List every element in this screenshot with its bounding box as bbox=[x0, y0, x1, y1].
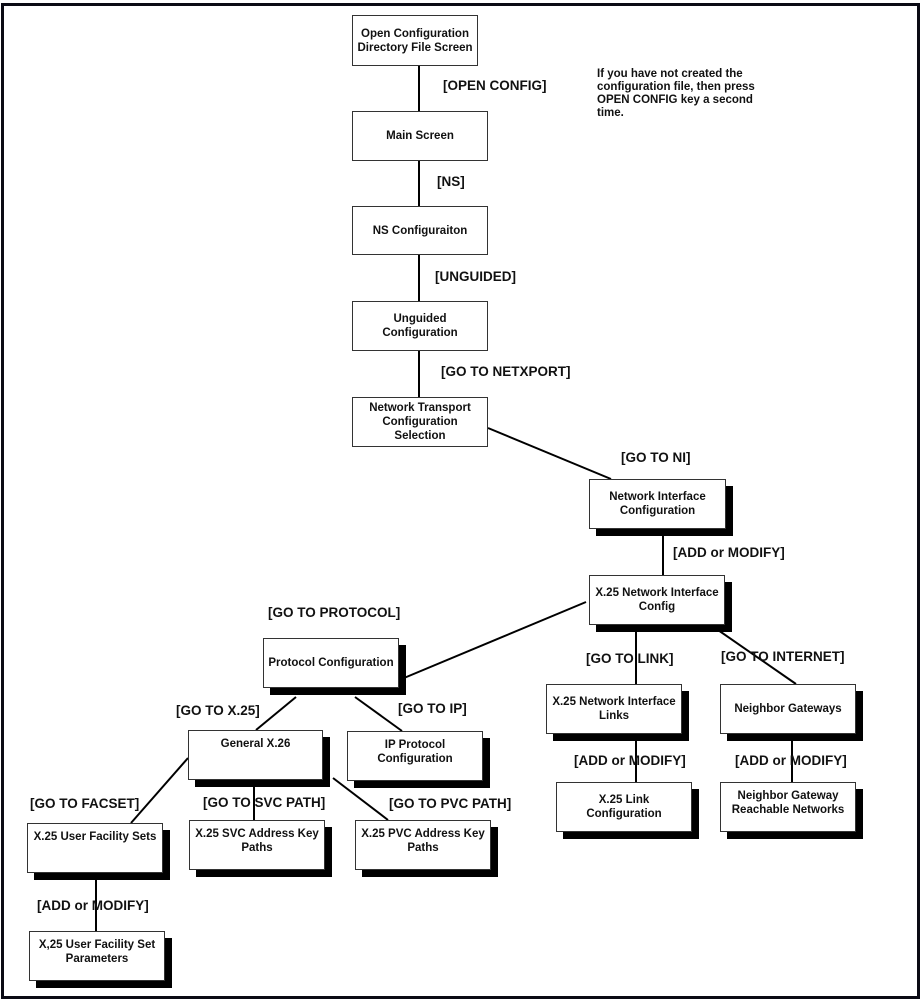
node-network-transport-selection[interactable]: Network Transport Configuration Selectio… bbox=[352, 397, 488, 447]
label-add-modify-ni: [ADD or MODIFY] bbox=[673, 545, 785, 560]
node-protocol-configuration[interactable]: Protocol Configuration bbox=[263, 638, 399, 688]
node-network-interface-configuration[interactable]: Network Interface Configuration bbox=[589, 479, 726, 529]
label-go-to-svc-path: [GO TO SVC PATH] bbox=[203, 795, 326, 810]
label-add-modify-facset: [ADD or MODIFY] bbox=[37, 898, 149, 913]
node-ns-configuration[interactable]: NS Configuraiton bbox=[352, 206, 488, 255]
label-go-to-link: [GO TO LINK] bbox=[586, 651, 674, 666]
label-ns: [NS] bbox=[437, 174, 465, 189]
node-main-screen[interactable]: Main Screen bbox=[352, 111, 488, 161]
node-x25-user-facility-set-parameters[interactable]: X,25 User Facility Set Parameters bbox=[29, 931, 165, 981]
label-open-config: [OPEN CONFIG] bbox=[443, 78, 547, 93]
edge-go-to-ip bbox=[354, 696, 403, 732]
node-unguided-configuration[interactable]: Unguided Configuration bbox=[352, 301, 488, 351]
edge-go-to-ni bbox=[487, 427, 612, 480]
label-go-to-netxport: [GO TO NETXPORT] bbox=[441, 364, 571, 379]
node-x25-network-interface-config[interactable]: X.25 Network Interface Config bbox=[589, 575, 725, 625]
label-go-to-pvc-path: [GO TO PVC PATH] bbox=[389, 796, 512, 811]
label-go-to-facset: [GO TO FACSET] bbox=[30, 796, 140, 811]
label-add-modify-link: [ADD or MODIFY] bbox=[574, 753, 686, 768]
edge-go-to-x25 bbox=[255, 696, 297, 731]
node-x25-svc-address-key-paths[interactable]: X.25 SVC Address Key Paths bbox=[189, 820, 325, 870]
note-open-config-hint: If you have not created the configuratio… bbox=[597, 68, 755, 119]
label-go-to-ni: [GO TO NI] bbox=[621, 450, 691, 465]
edge-go-to-protocol bbox=[403, 601, 587, 679]
label-go-to-x25: [GO TO X.25] bbox=[176, 703, 260, 718]
label-go-to-protocol: [GO TO PROTOCOL] bbox=[268, 605, 401, 620]
edge-go-to-pvc-path bbox=[332, 777, 389, 821]
node-neighbor-gateway-reachable-networks[interactable]: Neighbor Gateway Reachable Networks bbox=[720, 782, 856, 832]
node-open-config-directory[interactable]: Open Configuration Directory File Screen bbox=[352, 15, 478, 66]
label-go-to-internet: [GO TO INTERNET] bbox=[721, 649, 845, 664]
label-add-modify-gateway: [ADD or MODIFY] bbox=[735, 753, 847, 768]
node-ip-protocol-configuration[interactable]: IP Protocol Configuration bbox=[347, 731, 483, 781]
node-x25-pvc-address-key-paths[interactable]: X.25 PVC Address Key Paths bbox=[355, 820, 491, 870]
node-neighbor-gateways[interactable]: Neighbor Gateways bbox=[720, 684, 856, 734]
node-general-x26[interactable]: General X.26 bbox=[188, 730, 323, 780]
node-x25-link-configuration[interactable]: X.25 Link Configuration bbox=[556, 782, 692, 832]
node-x25-user-facility-sets[interactable]: X.25 User Facility Sets bbox=[27, 823, 163, 873]
label-unguided: [UNGUIDED] bbox=[435, 269, 516, 284]
label-go-to-ip: [GO TO IP] bbox=[398, 701, 467, 716]
node-x25-network-interface-links[interactable]: X.25 Network Interface Links bbox=[546, 684, 682, 734]
edge-go-to-facset bbox=[130, 757, 189, 824]
